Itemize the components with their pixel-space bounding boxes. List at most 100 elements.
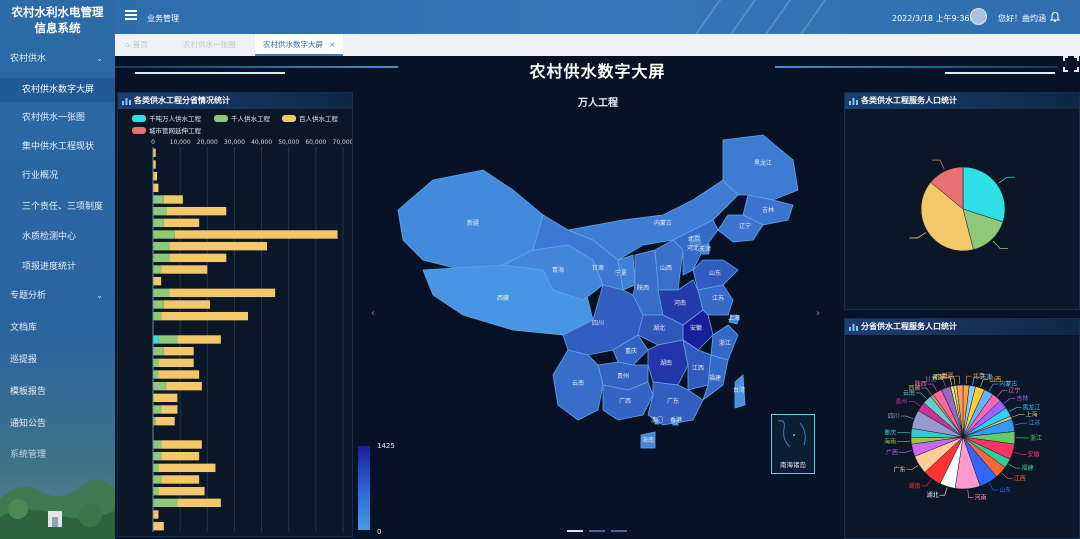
province-label: 河南 [674, 299, 686, 307]
bar-segment [158, 463, 216, 473]
pie-label-line [1001, 472, 1013, 479]
sidebar-item-label: 巡提报 [10, 355, 38, 365]
bar-segment [161, 475, 200, 484]
legend-label: 城市管网延伸工程 [149, 127, 201, 135]
province-label: 四川 [592, 320, 604, 327]
user-avatar[interactable] [970, 8, 987, 25]
province-population-header: 分省供水工程服务人口统计 [845, 319, 1079, 335]
sidebar-item-9[interactable]: 文档库 [0, 316, 115, 340]
notification-bell-icon[interactable] [1050, 11, 1060, 22]
pie-label-line [1009, 407, 1022, 412]
tab-water-dashboard[interactable]: 农村供水数字大屏 × [255, 34, 344, 56]
pie-label: 安徽 [1027, 450, 1039, 458]
province-stats-title: 各类供水工程分省情况统计 [134, 96, 230, 105]
province-stats-header: 各类供水工程分省情况统计 [118, 93, 352, 109]
sidebar-item-3[interactable]: 集中供水工程现状 [0, 135, 115, 159]
x-tick-label: 10,000 [170, 139, 191, 146]
legend-swatch [132, 127, 146, 134]
business-menu-label[interactable]: 业务管理 [147, 13, 179, 24]
legend-item[interactable]: 城市管网延伸工程 [132, 125, 201, 135]
pie-label-line [909, 232, 927, 239]
bar-segment [153, 335, 159, 344]
map-prev-arrow[interactable]: ‹ [371, 308, 375, 319]
bar-segment [153, 475, 162, 484]
bar-segment [161, 265, 208, 274]
pie-label-line [967, 489, 974, 499]
province-population-title: 分省供水工程服务人口统计 [861, 322, 957, 331]
service-population-pie-chart[interactable] [845, 109, 1079, 309]
sidebar-item-11[interactable]: 模板报告 [0, 380, 115, 404]
bar-segment [166, 381, 202, 391]
legend-label: 百人供水工程 [299, 115, 338, 123]
legend-item[interactable]: 千人供水工程 [214, 113, 270, 123]
bar-segment [163, 300, 210, 309]
bar-segment [158, 370, 200, 379]
datetime-display: 2022/3/18 上午9:36:33 [892, 14, 983, 23]
sidebar-item-0[interactable]: 农村供水 ⌄ [0, 47, 115, 71]
carousel-dot-1[interactable] [567, 530, 583, 532]
bar-segment [153, 300, 164, 309]
province-bar-chart: 0 10,000 20,000 30,000 40,000 50,000 60,000 70,… [151, 139, 352, 532]
province-label: 广东 [667, 397, 679, 405]
pie-label-line [897, 440, 911, 442]
bar-segment [153, 265, 162, 274]
app-logo-title: 农村水利水电管理 信息系统 [0, 0, 115, 44]
sidebar-item-10[interactable]: 巡提报 [0, 348, 115, 372]
x-tick-label: 20,000 [197, 139, 218, 146]
sidebar-item-7[interactable]: 项报进度统计 [0, 255, 115, 279]
sidebar-item-label: 行业概况 [22, 171, 59, 181]
app-title-line1: 农村水利水电管理 [11, 5, 104, 19]
pie-label-line [1013, 451, 1027, 455]
sidebar-item-4[interactable]: 行业概况 [0, 164, 115, 188]
bar-segment [153, 241, 170, 251]
bar-segment [163, 195, 183, 204]
sidebar-item-1[interactable]: 农村供水数字大屏 [0, 78, 115, 102]
sidebar-item-label: 农村供水数字大屏 [22, 85, 95, 95]
bar-chart-icon [849, 324, 858, 331]
sidebar: 农村水利水电管理 信息系统 农村供水 ⌄ 农村供水数字大屏农村供水一张图 集中供水工程… [0, 0, 115, 539]
province-label: 贵州 [617, 372, 629, 380]
close-tab-icon[interactable]: × [329, 40, 335, 49]
province-label: 内蒙古 [654, 219, 672, 227]
bar-segment [161, 405, 178, 414]
tab-home[interactable]: ⌂ 首页 [125, 34, 148, 56]
province-label: 北京 [688, 235, 700, 243]
legend-item[interactable]: 千吨万人供水工程 [132, 113, 201, 123]
sidebar-item-5[interactable]: 三个责任、三项制度 ⌄ [0, 195, 115, 219]
province-label: 甘肃 [592, 264, 604, 272]
dashboard-main: 农村供水数字大屏 各类供水工程分省情况统计 千吨万人供水工程 千人供水工程 百人供水… [115, 56, 1080, 539]
bar-segment [153, 206, 167, 216]
province-population-pie-chart[interactable]: 北京天津山西内蒙古辽宁吉林黑龙江上海江苏浙江安徽福建江西山东河南湖北湖南广东广西… [845, 335, 1079, 538]
bar-segment [153, 171, 158, 181]
bar-segment [169, 253, 227, 263]
bar-segment [177, 335, 221, 344]
legend-label: 千人供水工程 [231, 115, 270, 123]
sidebar-item-label: 通知公告 [10, 419, 47, 429]
carousel-dot-2[interactable] [589, 530, 605, 532]
bar-segment [153, 195, 164, 204]
user-greeting[interactable]: 您好！曲灼涵 [998, 13, 1046, 24]
pie-label-line [915, 392, 927, 399]
visual-map-max: 1425 [377, 442, 395, 450]
legend-item[interactable]: 百人供水工程 [282, 113, 338, 123]
tab-water-map[interactable]: 农村供水一张图 [183, 34, 236, 56]
pie-label-line [921, 387, 932, 395]
bar-segment [153, 486, 159, 496]
bar-segment [153, 370, 159, 379]
bar-segment [169, 288, 276, 298]
china-choropleth-map[interactable]: 新疆西藏 青海 甘肃 内蒙古 黑龙江吉林辽宁宁夏陕西 山西 河北北京天津山东河南 江苏安徽 上海… [393, 120, 833, 480]
pie-label-line [899, 450, 912, 453]
visual-map-gradient[interactable] [358, 446, 370, 530]
sidebar-item-2[interactable]: 农村供水一张图 [0, 106, 115, 130]
sidebar-item-6[interactable]: 水质检测中心 [0, 225, 115, 249]
sidebar-item-8[interactable]: 专题分析 ⌄ [0, 284, 115, 308]
pie-label-line [992, 240, 1008, 249]
fullscreen-icon[interactable] [1063, 56, 1079, 72]
pie-label: 辽宁 [1008, 386, 1020, 394]
province-label: 西藏 [497, 294, 509, 302]
bar-segment [161, 451, 200, 461]
carousel-dot-3[interactable] [611, 530, 627, 532]
bar-segment [153, 463, 159, 473]
pie-label-line [996, 390, 1008, 397]
hamburger-menu-icon[interactable] [125, 10, 137, 20]
